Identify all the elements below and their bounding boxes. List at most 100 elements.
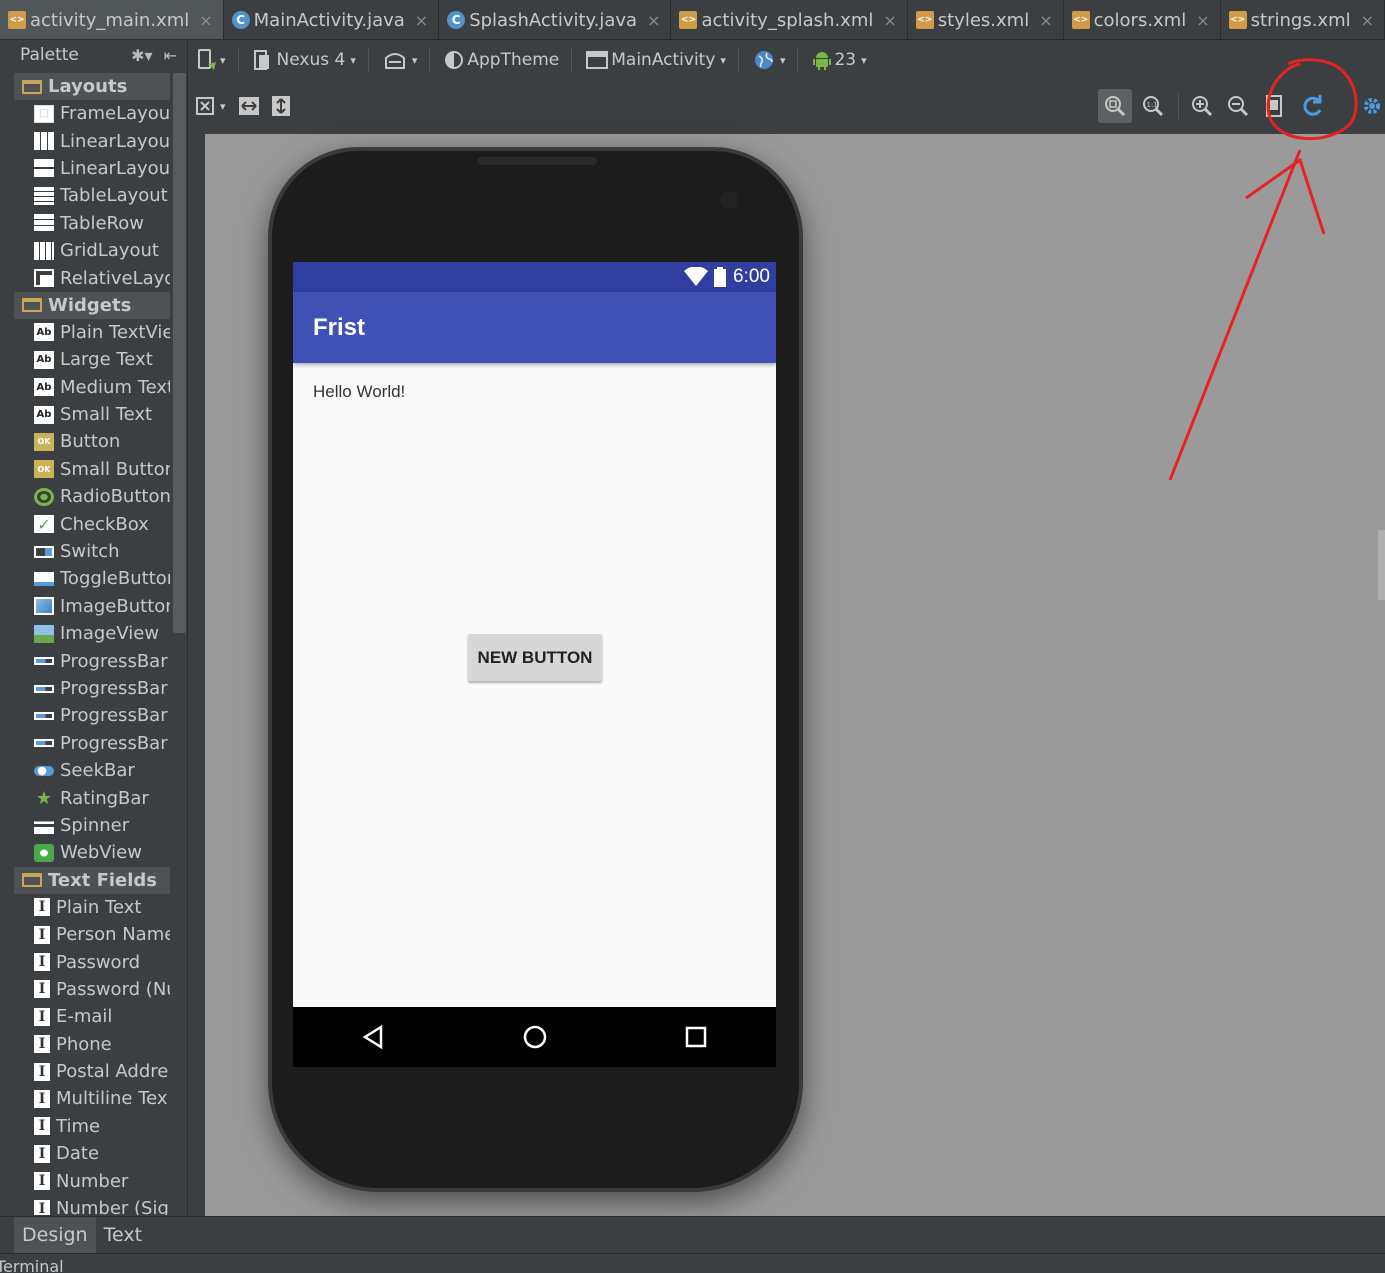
palette-item[interactable]: I Plain Text — [14, 894, 170, 921]
app-bar: Frist — [293, 292, 776, 363]
palette-item[interactable]: ProgressBar ( — [14, 730, 170, 757]
palette-item[interactable]: ProgressBar ( — [14, 702, 170, 729]
theme-dropdown[interactable]: AppTheme — [444, 50, 559, 70]
home-icon[interactable] — [522, 1024, 548, 1050]
palette-item-label: Multiline Tex — [56, 1088, 168, 1110]
palette-item[interactable]: Ab Large Text — [14, 346, 170, 373]
editor-tab[interactable]: C MainActivity.java × — [224, 0, 440, 39]
palette-item[interactable]: ImageButton — [14, 593, 170, 620]
device-name: Nexus 4 — [276, 50, 346, 70]
close-icon[interactable]: × — [883, 11, 896, 30]
device-orientation-dropdown[interactable]: ▾ — [196, 48, 226, 72]
tab-text[interactable]: Text — [96, 1217, 150, 1253]
palette-item-label: Password (Nu — [56, 978, 170, 1000]
tool-window-bar: Terminal — [0, 1253, 1385, 1273]
palette-item[interactable]: I Number — [14, 1167, 170, 1194]
preview-options-button[interactable] — [1359, 93, 1385, 119]
palette-item[interactable]: GridLayout — [14, 237, 170, 264]
close-icon[interactable]: × — [1361, 11, 1374, 30]
palette-item[interactable]: ToggleButton — [14, 565, 170, 592]
palette-item[interactable]: SeekBar — [14, 757, 170, 784]
palette-item[interactable]: WebView — [14, 839, 170, 866]
palette-category-widgets[interactable]: Widgets — [14, 291, 170, 319]
capture-screenshot-button[interactable] — [1261, 93, 1287, 119]
close-icon[interactable]: × — [415, 11, 428, 30]
palette-item[interactable]: □ FrameLayout — [14, 100, 170, 127]
palette-item[interactable]: ProgressBar ( — [14, 647, 170, 674]
device-screen: 6:00 Frist Hello World! NEW BUTTON — [293, 262, 776, 1067]
palette-item[interactable]: TableLayout — [14, 182, 170, 209]
palette-item[interactable]: RelativeLayou — [14, 264, 170, 291]
palette-item[interactable]: ProgressBar ( — [14, 675, 170, 702]
editor-tab[interactable]: <> styles.xml × — [908, 0, 1064, 39]
textfield-icon: I — [34, 1172, 50, 1191]
palette-item[interactable]: I Date — [14, 1140, 170, 1167]
palette-item[interactable]: RadioButton — [14, 483, 170, 510]
hide-panel-icon[interactable]: ⇤ — [164, 46, 177, 65]
textfield-icon: I — [34, 1007, 50, 1026]
zoom-in-button[interactable] — [1189, 93, 1215, 119]
zoom-to-fit-button[interactable] — [1098, 89, 1132, 123]
locale-dropdown[interactable]: ▾ — [753, 49, 785, 71]
canvas-scrollbar[interactable] — [1378, 530, 1385, 600]
close-icon[interactable]: × — [199, 11, 212, 30]
editor-tab[interactable]: <> activity_splash.xml × — [671, 0, 908, 39]
close-icon[interactable]: × — [1196, 11, 1209, 30]
api-level-dropdown[interactable]: 23 ▾ — [812, 49, 867, 71]
palette-item[interactable]: LinearLayout — [14, 127, 170, 154]
back-icon[interactable] — [361, 1024, 387, 1050]
close-icon[interactable]: × — [647, 11, 660, 30]
textfield-icon: I — [34, 1117, 50, 1136]
expand-vertical-button[interactable] — [268, 93, 294, 119]
palette-category-label: Widgets — [48, 294, 132, 316]
terminal-tab[interactable]: Terminal — [0, 1257, 64, 1273]
palette-item[interactable]: I E-mail — [14, 1003, 170, 1030]
zoom-out-button[interactable] — [1225, 93, 1251, 119]
editor-tab[interactable]: C SplashActivity.java × — [439, 0, 672, 39]
palette-item[interactable]: ✓ CheckBox — [14, 510, 170, 537]
palette-item[interactable]: I Password (Nu — [14, 976, 170, 1003]
palette-item[interactable]: ★ RatingBar — [14, 784, 170, 811]
palette-header: Palette ✱▾ ⇤ — [0, 40, 187, 70]
palette-item[interactable]: I Time — [14, 1113, 170, 1140]
activity-dropdown[interactable]: MainActivity ▾ — [586, 50, 726, 70]
palette-item[interactable]: Spinner — [14, 812, 170, 839]
recents-icon[interactable] — [684, 1025, 708, 1049]
editor-tab[interactable]: <> strings.xml × — [1221, 0, 1385, 39]
new-button[interactable]: NEW BUTTON — [468, 634, 602, 681]
editor-tab[interactable]: <> colors.xml × — [1064, 0, 1221, 39]
palette-item[interactable]: Switch — [14, 538, 170, 565]
editor-tab[interactable]: <> activity_main.xml × — [0, 0, 224, 39]
palette-item[interactable]: I Password — [14, 948, 170, 975]
palette-item[interactable]: I Postal Addre — [14, 1058, 170, 1085]
mode-dropdown[interactable]: ▾ — [383, 50, 417, 70]
textfield-icon: I — [34, 1144, 50, 1163]
palette-item[interactable]: LinearLayout — [14, 155, 170, 182]
refresh-button[interactable] — [1299, 93, 1325, 119]
palette-item[interactable]: I Multiline Tex — [14, 1085, 170, 1112]
palette-item[interactable]: Ab Small Text — [14, 401, 170, 428]
device-dropdown[interactable]: Nexus 4 ▾ — [253, 49, 356, 71]
wifi-icon — [684, 267, 709, 286]
palette-item[interactable]: ImageView — [14, 620, 170, 647]
palette-category-layouts[interactable]: Layouts — [14, 73, 170, 100]
editor-tab-label: activity_main.xml — [30, 9, 190, 31]
palette-item[interactable]: Ab Plain TextVie — [14, 319, 170, 346]
fit-screen-button[interactable] — [192, 93, 218, 119]
zoom-actual-size-button[interactable]: 1:1 — [1140, 93, 1166, 119]
palette-item[interactable]: I Person Name — [14, 921, 170, 948]
palette-item[interactable]: I Phone — [14, 1031, 170, 1058]
palette-category-text-fields[interactable]: Text Fields — [14, 866, 170, 894]
tab-design[interactable]: Design — [14, 1217, 96, 1253]
palette-item[interactable]: OK Small Button — [14, 456, 170, 483]
settings-gear-icon[interactable]: ✱▾ — [131, 46, 152, 65]
hello-textview[interactable]: Hello World! — [313, 382, 405, 402]
palette-item[interactable]: TableRow — [14, 210, 170, 237]
expand-horizontal-button[interactable] — [236, 93, 262, 119]
close-icon[interactable]: × — [1039, 11, 1052, 30]
palette-item[interactable]: Ab Medium Text — [14, 374, 170, 401]
palette-item[interactable]: OK Button — [14, 428, 170, 455]
palette-item[interactable]: I Number (Sig — [14, 1195, 170, 1215]
palette-scrollbar[interactable] — [173, 73, 186, 633]
activity-icon — [586, 51, 609, 69]
